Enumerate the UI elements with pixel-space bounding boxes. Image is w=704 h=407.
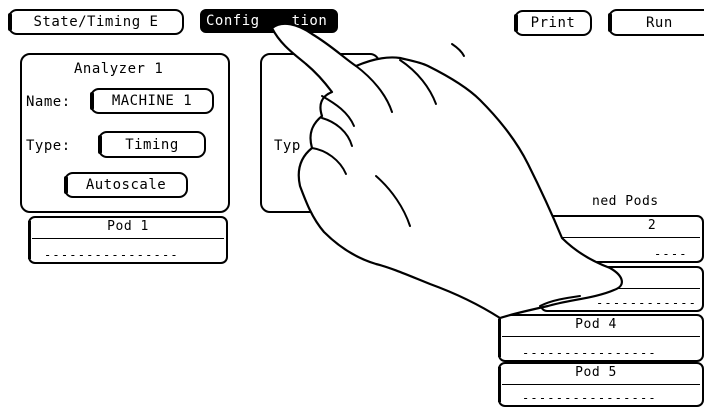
pointing-hand-icon: [270, 22, 623, 320]
